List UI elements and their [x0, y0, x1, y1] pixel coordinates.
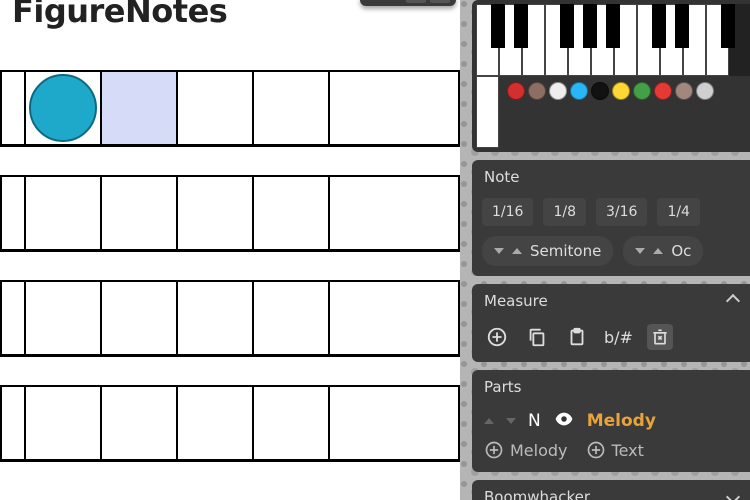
- cell[interactable]: [0, 282, 24, 354]
- octave-control[interactable]: Oc: [623, 236, 703, 266]
- copy-button[interactable]: [524, 324, 550, 350]
- parts-panel: Parts N Melody Melody Text: [472, 370, 750, 472]
- cell[interactable]: [328, 387, 404, 459]
- delete-button[interactable]: [647, 324, 673, 350]
- cell[interactable]: [252, 72, 328, 144]
- cell[interactable]: [0, 177, 24, 249]
- color-swatch[interactable]: [570, 82, 588, 100]
- semitone-control[interactable]: Semitone: [482, 236, 613, 266]
- color-swatch[interactable]: [633, 82, 651, 100]
- note-panel: Note 1/16 1/8 3/16 1/4 Semitone Oc: [472, 160, 750, 276]
- octave-label: Oc: [671, 242, 691, 260]
- duration-option[interactable]: 3/16: [596, 198, 647, 226]
- color-swatch[interactable]: [549, 82, 567, 100]
- score-rows: [0, 70, 460, 462]
- cell[interactable]: [24, 177, 100, 249]
- move-down-icon[interactable]: [506, 418, 516, 424]
- cell[interactable]: [24, 72, 100, 144]
- cell[interactable]: [328, 72, 404, 144]
- measure-row: [0, 385, 460, 462]
- measure-row: [0, 70, 460, 147]
- part-letter: N: [528, 411, 541, 431]
- piano-panel: [472, 0, 750, 152]
- color-swatch[interactable]: [612, 82, 630, 100]
- cell[interactable]: [328, 177, 404, 249]
- add-text-label: Text: [612, 441, 644, 460]
- paste-button[interactable]: [564, 324, 590, 350]
- cell-selected[interactable]: [100, 72, 176, 144]
- cell[interactable]: [100, 177, 176, 249]
- cell[interactable]: [176, 282, 252, 354]
- piano-keys[interactable]: [476, 4, 750, 76]
- cell[interactable]: [252, 387, 328, 459]
- duration-option[interactable]: 1/4: [657, 198, 700, 226]
- add-text-button[interactable]: Text: [586, 440, 644, 460]
- boomwhacker-header[interactable]: Boomwhacker: [472, 480, 750, 500]
- cell[interactable]: [176, 72, 252, 144]
- cell[interactable]: [252, 177, 328, 249]
- chevron-down-icon: [635, 248, 645, 254]
- cell[interactable]: [328, 282, 404, 354]
- duration-option[interactable]: 1/16: [482, 198, 533, 226]
- note-header[interactable]: Note: [472, 160, 750, 194]
- measure-header[interactable]: Measure: [472, 284, 750, 318]
- move-up-icon[interactable]: [484, 418, 494, 424]
- parts-header[interactable]: Parts: [472, 370, 750, 404]
- measure-row: [0, 280, 460, 357]
- cell[interactable]: [100, 282, 176, 354]
- cell[interactable]: [252, 282, 328, 354]
- chevron-up-icon: [653, 248, 663, 254]
- measure-row: [0, 175, 460, 252]
- color-swatches: [499, 82, 750, 104]
- semitone-label: Semitone: [530, 242, 601, 260]
- color-swatch[interactable]: [507, 82, 525, 100]
- window-tab-stub[interactable]: [360, 0, 456, 6]
- parts-header-label: Parts: [484, 378, 521, 396]
- cell[interactable]: [176, 387, 252, 459]
- cell[interactable]: [176, 177, 252, 249]
- chevron-up-icon: [512, 248, 522, 254]
- visibility-icon[interactable]: [553, 408, 575, 434]
- add-melody-button[interactable]: Melody: [484, 440, 568, 460]
- color-swatch[interactable]: [591, 82, 609, 100]
- chevron-up-icon: [726, 294, 740, 308]
- cell[interactable]: [24, 387, 100, 459]
- note-durations: 1/16 1/8 3/16 1/4: [472, 194, 750, 236]
- color-swatch[interactable]: [675, 82, 693, 100]
- measure-panel: Measure b/#: [472, 284, 750, 362]
- note-header-label: Note: [484, 168, 520, 186]
- cell[interactable]: [0, 387, 24, 459]
- duration-option[interactable]: 1/8: [543, 198, 586, 226]
- color-swatch[interactable]: [696, 82, 714, 100]
- note-circle[interactable]: [29, 74, 97, 142]
- add-melody-label: Melody: [510, 441, 568, 460]
- color-swatch[interactable]: [654, 82, 672, 100]
- boomwhacker-header-label: Boomwhacker: [484, 488, 590, 500]
- cell[interactable]: [100, 387, 176, 459]
- measure-header-label: Measure: [484, 292, 548, 310]
- add-measure-button[interactable]: [484, 324, 510, 350]
- color-swatch[interactable]: [528, 82, 546, 100]
- key-signature-button[interactable]: b/#: [604, 328, 633, 347]
- boomwhacker-panel: Boomwhacker: [472, 480, 750, 500]
- cell[interactable]: [0, 72, 24, 144]
- cell[interactable]: [24, 282, 100, 354]
- active-part-name[interactable]: Melody: [587, 411, 656, 431]
- chevron-down-icon: [494, 248, 504, 254]
- chevron-down-icon: [726, 490, 740, 500]
